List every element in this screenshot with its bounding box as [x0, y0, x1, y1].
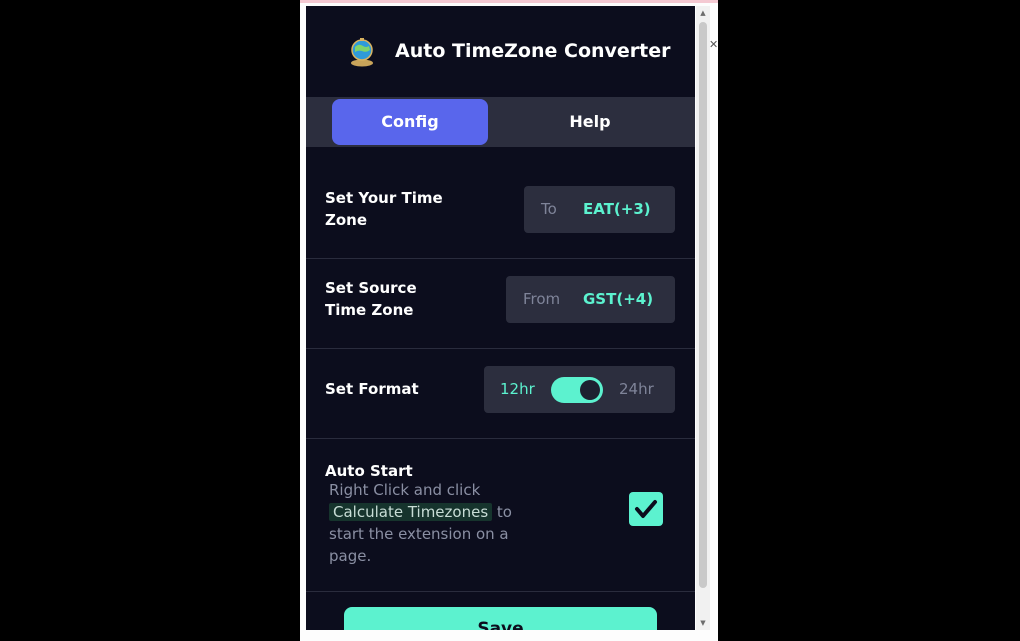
save-button[interactable]: Save: [344, 607, 657, 630]
scroll-thumb[interactable]: [699, 22, 707, 588]
format-24hr-option[interactable]: 24hr: [619, 366, 654, 413]
checkmark-icon: [635, 500, 657, 518]
your-time-zone-label: Set Your Time Zone: [325, 189, 443, 229]
format-label: Set Format: [325, 380, 419, 398]
globe-logo-icon: [348, 36, 376, 68]
auto-start-description: Right Click and click Calculate Timezone…: [329, 479, 549, 567]
format-row: Set Format 12hr 24hr: [306, 349, 695, 439]
your-time-zone-select[interactable]: To EAT(+3): [524, 186, 675, 233]
calculate-timezones-highlight: Calculate Timezones: [329, 503, 493, 521]
tab-bar: Config Help: [306, 97, 695, 147]
your-time-zone-value: EAT(+3): [583, 200, 651, 218]
app-title: Auto TimeZone Converter: [395, 40, 671, 62]
scroll-up-icon[interactable]: ▲: [696, 6, 710, 20]
toggle-knob: [580, 380, 600, 400]
your-time-zone-row: Set Your Time Zone To EAT(+3): [306, 147, 695, 259]
auto-start-checkbox[interactable]: [629, 492, 663, 526]
tab-config[interactable]: Config: [332, 99, 488, 145]
source-time-zone-label: Set Source Time Zone: [325, 279, 417, 319]
source-time-zone-value: GST(+4): [583, 290, 654, 308]
source-time-zone-prefix: From: [523, 290, 561, 308]
extension-popup: Auto TimeZone Converter Config Help Set …: [306, 6, 695, 630]
popup-header: Auto TimeZone Converter: [306, 6, 695, 97]
source-time-zone-row: Set Source Time Zone From GST(+4): [306, 259, 695, 349]
scroll-down-icon[interactable]: ▼: [696, 616, 710, 630]
format-toggle[interactable]: [551, 377, 603, 403]
source-time-zone-select[interactable]: From GST(+4): [506, 276, 675, 323]
popup-scrollbar[interactable]: ▲ ▼: [696, 6, 710, 630]
your-time-zone-prefix: To: [541, 200, 557, 218]
format-toggle-group: 12hr 24hr: [484, 366, 675, 413]
background-close-icon: ✕: [709, 38, 719, 51]
tab-help[interactable]: Help: [512, 99, 668, 145]
format-12hr-option[interactable]: 12hr: [500, 366, 535, 413]
desc-text-before: Right Click and click: [329, 481, 481, 499]
